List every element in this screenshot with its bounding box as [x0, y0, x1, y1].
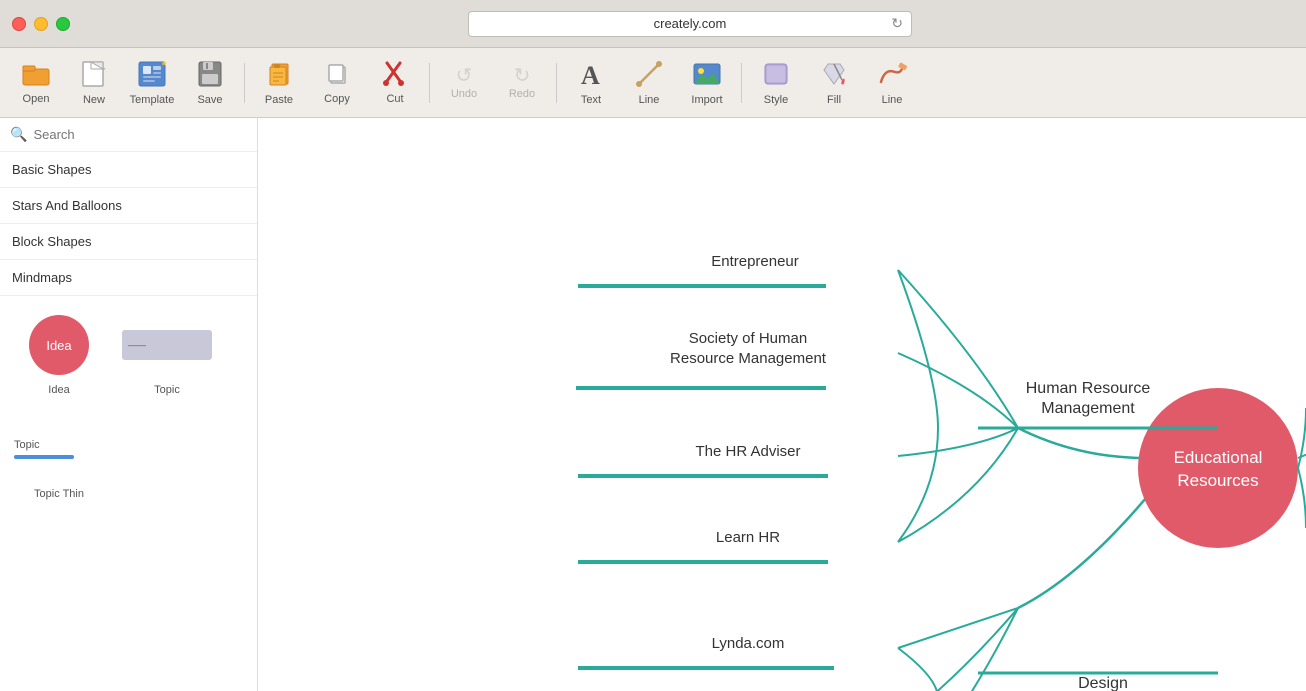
design-node[interactable]: Design	[1078, 675, 1128, 691]
canvas-area[interactable]: Human Resource Management Design Entrepr…	[258, 118, 1306, 691]
undo-icon: ↺	[456, 66, 473, 86]
hr-adviser-node[interactable]: The HR Adviser	[695, 443, 800, 460]
url-text: creately.com	[654, 16, 727, 31]
search-input[interactable]	[33, 127, 247, 142]
svg-text:Resources: Resources	[1177, 471, 1258, 490]
topic-thin-underline	[14, 455, 74, 459]
paste-label: Paste	[265, 94, 293, 106]
maximize-button[interactable]	[56, 17, 70, 31]
style-icon	[761, 60, 791, 92]
titlebar: creately.com ↻	[0, 0, 1306, 48]
topic-bar-text: ——	[128, 340, 146, 350]
topic-label: Topic	[154, 384, 180, 396]
line-label: Line	[639, 94, 660, 106]
new-icon	[81, 60, 107, 92]
topic-bar: ——	[122, 330, 212, 360]
cut-button[interactable]: Cut	[367, 53, 423, 113]
shapes-panel: Idea Idea —— Topic Topic	[0, 296, 257, 514]
topic-thin-text-label: Topic	[14, 439, 104, 451]
divider-2	[429, 63, 430, 103]
text-label: Text	[581, 94, 601, 106]
educational-resources-node[interactable]	[1138, 388, 1298, 548]
copy-label: Copy	[324, 93, 350, 105]
cut-icon	[382, 61, 408, 91]
redo-label: Redo	[509, 88, 535, 100]
copy-button[interactable]: Copy	[309, 53, 365, 113]
fill-icon	[820, 60, 848, 92]
undo-button[interactable]: ↺ Undo	[436, 53, 492, 113]
open-button[interactable]: Open	[8, 53, 64, 113]
shape-topic[interactable]: —— Topic	[118, 306, 216, 400]
divider-4	[741, 63, 742, 103]
svg-text:A: A	[581, 61, 600, 88]
template-label: Template	[130, 94, 175, 106]
idea-circle: Idea	[29, 315, 89, 375]
open-icon	[21, 61, 51, 91]
cut-label: Cut	[386, 93, 403, 105]
learn-hr-node[interactable]: Learn HR	[716, 529, 780, 546]
line2-icon	[877, 60, 907, 92]
fill-label: Fill	[827, 94, 841, 106]
main-layout: 🔍 Basic Shapes Stars And Balloons Block …	[0, 118, 1306, 691]
close-button[interactable]	[12, 17, 26, 31]
line-button[interactable]: Line	[621, 53, 677, 113]
undo-label: Undo	[451, 88, 477, 100]
sidebar-item-stars-balloons[interactable]: Stars And Balloons	[0, 188, 257, 224]
style-button[interactable]: Style	[748, 53, 804, 113]
url-bar[interactable]: creately.com ↻	[468, 11, 912, 37]
sidebar-item-block-shapes[interactable]: Block Shapes	[0, 224, 257, 260]
lynda-node[interactable]: Lynda.com	[712, 635, 785, 652]
shape-topic-thin[interactable]: Topic Topic Thin	[10, 410, 108, 504]
new-button[interactable]: New	[66, 53, 122, 113]
redo-icon: ↻	[514, 66, 531, 86]
template-icon	[137, 60, 167, 92]
idea-preview: Idea	[14, 310, 104, 380]
search-icon: 🔍	[10, 126, 27, 143]
idea-label: Idea	[48, 384, 69, 396]
fill-button[interactable]: Fill	[806, 53, 862, 113]
paste-button[interactable]: Paste	[251, 53, 307, 113]
topic-thin-box: Topic	[14, 439, 104, 459]
refresh-icon[interactable]: ↻	[891, 15, 903, 32]
line2-button[interactable]: Line	[864, 53, 920, 113]
sidebar: 🔍 Basic Shapes Stars And Balloons Block …	[0, 118, 258, 691]
entrepreneur-node[interactable]: Entrepreneur	[711, 253, 799, 270]
topic-preview: ——	[122, 310, 212, 380]
svg-text:Management: Management	[1041, 400, 1135, 417]
import-icon	[692, 60, 722, 92]
topic-thin-preview: Topic	[14, 414, 104, 484]
copy-icon	[325, 61, 349, 91]
shape-idea[interactable]: Idea Idea	[10, 306, 108, 400]
minimize-button[interactable]	[34, 17, 48, 31]
paste-icon	[266, 60, 292, 92]
topic-thin-label: Topic Thin	[34, 488, 84, 500]
save-icon	[197, 60, 223, 92]
text-button[interactable]: A Text	[563, 53, 619, 113]
line-icon	[635, 60, 663, 92]
svg-text:Resource Management: Resource Management	[670, 350, 827, 367]
sidebar-item-mindmaps[interactable]: Mindmaps	[0, 260, 257, 296]
new-label: New	[83, 94, 105, 106]
save-button[interactable]: Save	[182, 53, 238, 113]
text-icon: A	[577, 60, 605, 92]
divider-1	[244, 63, 245, 103]
import-label: Import	[691, 94, 722, 106]
save-label: Save	[197, 94, 222, 106]
educational-resources-text: Educational	[1174, 448, 1263, 467]
society-hrm-node-line1[interactable]: Society of Human	[689, 330, 807, 347]
style-label: Style	[764, 94, 788, 106]
template-button[interactable]: Template	[124, 53, 180, 113]
sidebar-item-basic-shapes[interactable]: Basic Shapes	[0, 152, 257, 188]
idea-circle-label: Idea	[46, 338, 71, 353]
redo-button[interactable]: ↻ Redo	[494, 53, 550, 113]
divider-3	[556, 63, 557, 103]
hr-mgmt-node[interactable]: Human Resource	[1026, 380, 1151, 397]
toolbar: Open New	[0, 48, 1306, 118]
line2-label: Line	[882, 94, 903, 106]
import-button[interactable]: Import	[679, 53, 735, 113]
mindmap-svg: Human Resource Management Design Entrepr…	[258, 118, 1306, 691]
search-bar: 🔍	[0, 118, 257, 152]
traffic-lights	[12, 17, 70, 31]
open-label: Open	[23, 93, 50, 105]
